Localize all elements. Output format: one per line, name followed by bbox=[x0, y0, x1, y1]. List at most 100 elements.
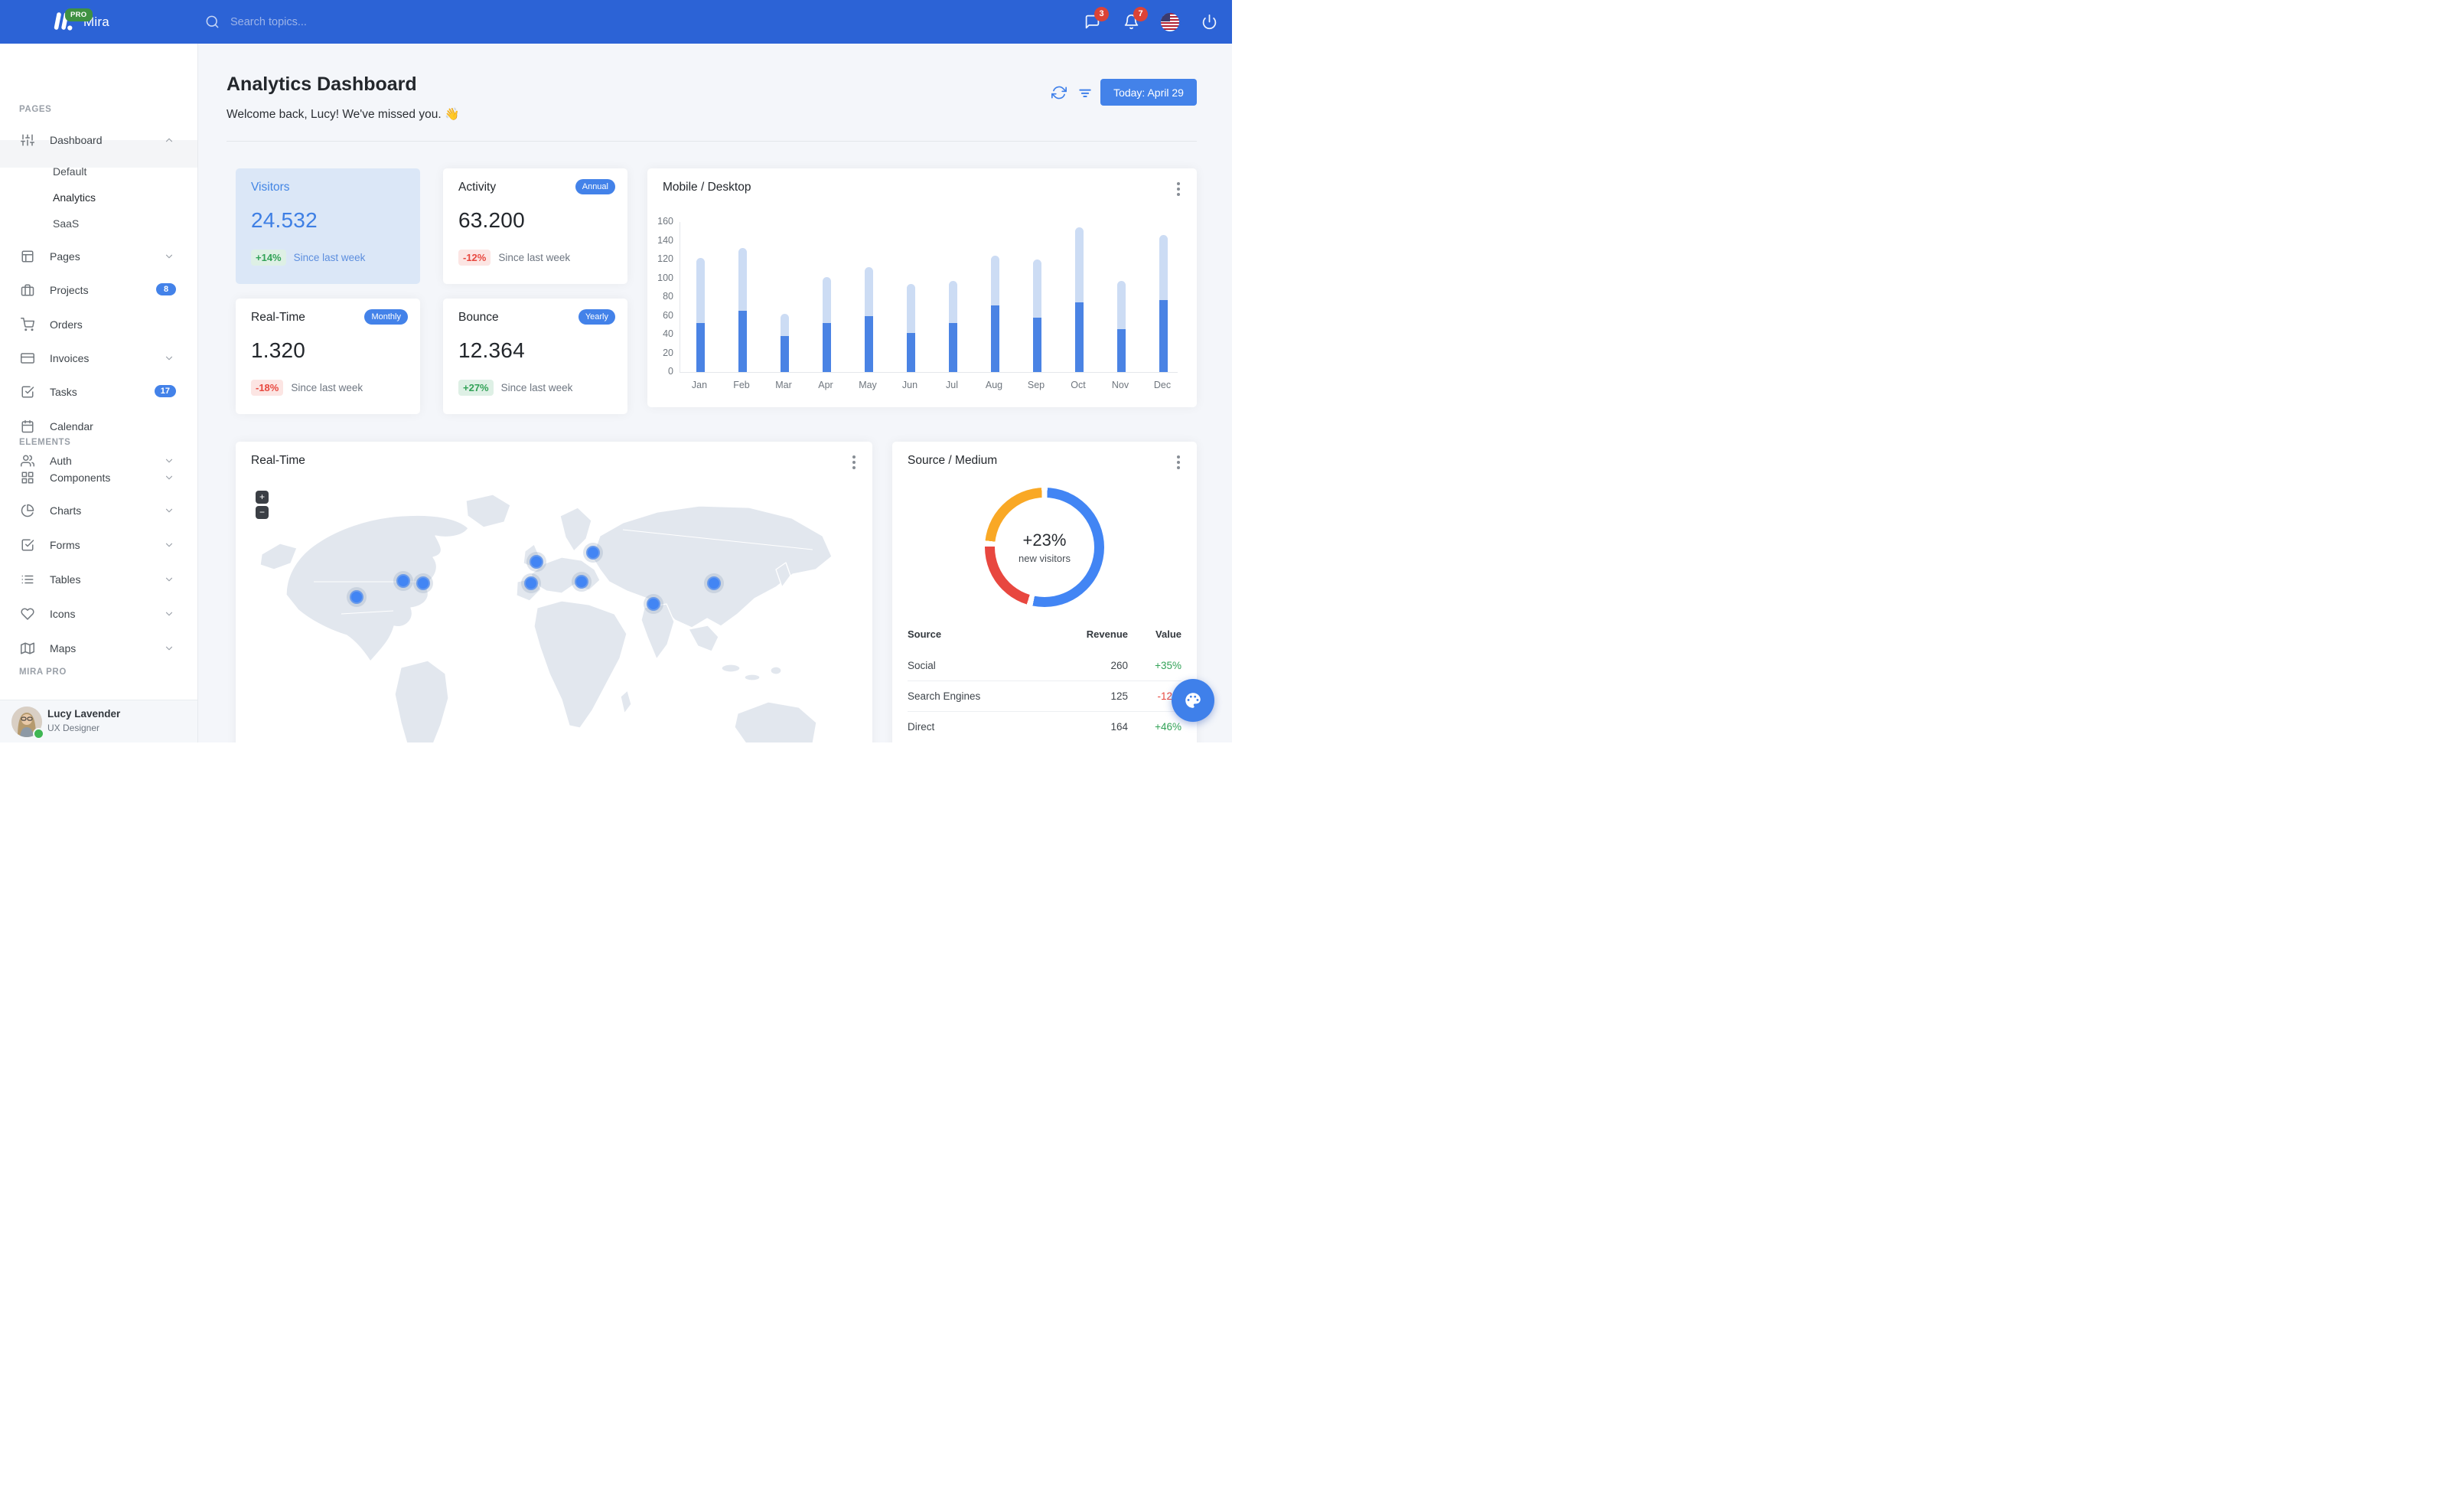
language-button[interactable] bbox=[1161, 12, 1179, 31]
us-flag-icon bbox=[1161, 12, 1179, 31]
map-visitor-marker[interactable] bbox=[707, 576, 721, 590]
sidebar-item-calendar[interactable]: Calendar bbox=[0, 414, 197, 439]
map-visitor-marker[interactable] bbox=[524, 576, 538, 590]
bar-sep bbox=[1032, 259, 1041, 372]
sidebar-item-saas[interactable]: SaaS bbox=[0, 211, 197, 236]
shopping-cart-icon bbox=[21, 318, 34, 331]
messages-count-badge: 3 bbox=[1094, 6, 1109, 21]
table-row: Social 260 +35% bbox=[908, 660, 1181, 671]
chevron-down-icon bbox=[164, 643, 174, 654]
visitors-value: 24.532 bbox=[251, 208, 318, 232]
activity-card-title: Activity bbox=[458, 181, 497, 194]
source-medium-card: Source / Medium +23% new visitors Source… bbox=[892, 442, 1197, 742]
visitors-delta-caption: Since last week bbox=[293, 252, 366, 263]
chevron-down-icon bbox=[164, 505, 174, 516]
sidebar-item-charts[interactable]: Charts bbox=[0, 498, 197, 523]
refresh-button[interactable] bbox=[1049, 83, 1069, 103]
bar-mar bbox=[780, 314, 789, 372]
map-visitor-marker[interactable] bbox=[396, 574, 410, 588]
chevron-down-icon bbox=[164, 472, 174, 483]
filter-button[interactable] bbox=[1075, 83, 1095, 103]
map-visitor-marker[interactable] bbox=[530, 555, 543, 569]
map-visitor-marker[interactable] bbox=[647, 597, 660, 611]
bounce-delta-badge: +27% bbox=[458, 380, 494, 396]
sidebar-item-analytics[interactable]: Analytics bbox=[0, 185, 197, 210]
chevron-down-icon bbox=[164, 353, 174, 364]
sidebar-user-profile[interactable]: Lucy Lavender UX Designer bbox=[0, 700, 197, 742]
bar-nov bbox=[1116, 281, 1126, 372]
notifications-button[interactable]: 7 bbox=[1122, 6, 1148, 31]
sidebar: PAGES Dashboard Default Analytics SaaS P… bbox=[0, 44, 198, 742]
bar-apr bbox=[822, 277, 831, 372]
bounce-card-title: Bounce bbox=[458, 311, 499, 324]
notifications-count-badge: 7 bbox=[1133, 6, 1148, 21]
map-visitor-marker[interactable] bbox=[350, 590, 363, 604]
table-header-revenue: Revenue bbox=[1086, 628, 1128, 640]
search-icon bbox=[206, 15, 219, 28]
briefcase-icon bbox=[21, 283, 34, 297]
user-role: UX Designer bbox=[47, 723, 100, 733]
map-menu-button[interactable] bbox=[851, 454, 857, 471]
sidebar-item-tasks[interactable]: Tasks 17 bbox=[0, 380, 197, 404]
source-medium-donut-chart: +23% new visitors bbox=[985, 488, 1104, 607]
donut-center-label: new visitors bbox=[1019, 553, 1071, 564]
world-map[interactable] bbox=[240, 484, 868, 742]
chevron-down-icon bbox=[164, 455, 174, 466]
sidebar-item-maps[interactable]: Maps bbox=[0, 636, 197, 661]
realtime-stat-card: Real-Time Monthly 1.320 -18% Since last … bbox=[236, 299, 420, 414]
realtime-value: 1.320 bbox=[251, 338, 306, 362]
bounce-delta-caption: Since last week bbox=[500, 382, 573, 393]
credit-card-icon bbox=[21, 351, 34, 365]
map-card-title: Real-Time bbox=[251, 454, 305, 467]
map-visitor-marker[interactable] bbox=[416, 576, 430, 590]
logout-button[interactable] bbox=[1200, 13, 1218, 31]
sidebar-item-invoices[interactable]: Invoices bbox=[0, 346, 197, 370]
visitors-card-title: Visitors bbox=[251, 181, 290, 194]
palette-icon bbox=[1185, 693, 1201, 708]
chevron-down-icon bbox=[164, 609, 174, 619]
navbar-actions: 3 7 bbox=[1083, 0, 1218, 44]
sidebar-item-tables[interactable]: Tables bbox=[0, 567, 197, 592]
today-date-button[interactable]: Today: April 29 bbox=[1100, 79, 1197, 106]
messages-button[interactable]: 3 bbox=[1083, 6, 1109, 31]
check-square-icon bbox=[21, 538, 34, 552]
sidebar-item-icons[interactable]: Icons bbox=[0, 602, 197, 626]
chart-menu-button[interactable] bbox=[1175, 181, 1181, 197]
grid-icon bbox=[21, 471, 34, 485]
page-subtitle: Welcome back, Lucy! We've missed you. 👋 bbox=[227, 108, 460, 121]
sidebar-section-mira-pro: MIRA PRO bbox=[19, 667, 67, 677]
list-icon bbox=[21, 573, 34, 586]
brand-logo[interactable]: Mira bbox=[53, 0, 109, 44]
sidebar-item-components[interactable]: Components bbox=[0, 465, 197, 490]
source-medium-menu-button[interactable] bbox=[1175, 454, 1181, 471]
source-medium-table: Source Revenue Value Social 260 +35% Sea… bbox=[908, 622, 1181, 742]
activity-period-badge: Annual bbox=[575, 179, 615, 194]
table-row: Direct 164 +46% bbox=[908, 711, 1181, 742]
sidebar-section-elements: ELEMENTS bbox=[19, 438, 71, 447]
calendar-icon bbox=[21, 419, 34, 433]
tasks-count-badge: 17 bbox=[154, 385, 176, 397]
sidebar-item-projects[interactable]: Projects 8 bbox=[0, 278, 197, 302]
chevron-down-icon bbox=[164, 574, 174, 585]
chevron-up-icon bbox=[164, 135, 174, 145]
header-divider bbox=[227, 141, 1197, 142]
map-visitor-marker[interactable] bbox=[575, 575, 588, 589]
sidebar-item-orders[interactable]: Orders bbox=[0, 312, 197, 337]
sidebar-item-forms[interactable]: Forms bbox=[0, 533, 197, 557]
power-icon bbox=[1202, 14, 1216, 30]
table-row: Search Engines 125 -12% bbox=[908, 680, 1181, 712]
sidebar-item-pages[interactable]: Pages bbox=[0, 244, 197, 269]
activity-delta-caption: Since last week bbox=[498, 252, 571, 263]
filter-icon bbox=[1079, 89, 1091, 97]
search-input[interactable] bbox=[229, 15, 400, 29]
sidebar-item-default[interactable]: Default bbox=[0, 159, 197, 184]
analytics-dashboard-page: Mira PRO 3 7 bbox=[0, 0, 1232, 742]
bounce-value: 12.364 bbox=[458, 338, 525, 362]
bar-jan bbox=[696, 257, 705, 372]
theme-settings-fab[interactable] bbox=[1172, 679, 1214, 722]
pro-badge: PRO bbox=[65, 8, 93, 21]
donut-center-value: +23% bbox=[1022, 530, 1067, 550]
pie-chart-icon bbox=[21, 504, 34, 517]
sidebar-item-dashboard[interactable]: Dashboard bbox=[0, 128, 197, 152]
map-visitor-marker[interactable] bbox=[586, 546, 600, 560]
